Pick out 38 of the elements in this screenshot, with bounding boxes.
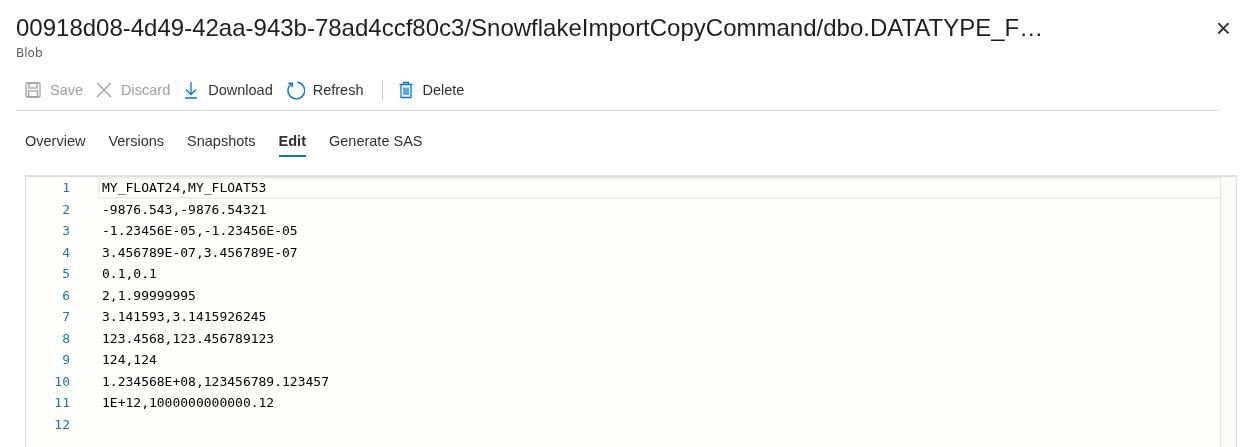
line-number: 4 [61, 244, 70, 260]
code-line: MY_FLOAT24,MY_FLOAT53 [102, 180, 267, 196]
tab[interactable]: Generate SAS [322, 123, 437, 167]
line-number: 5 [61, 266, 70, 282]
code-line: 3.456789E-07,3.456789E-07 [102, 244, 298, 260]
code-line: -1.23456E-05,-1.23456E-05 [102, 223, 298, 239]
line-number: 8 [61, 330, 70, 346]
tab[interactable]: Snapshots [180, 123, 270, 167]
line-number: 11 [53, 395, 70, 411]
line-number: 10 [53, 373, 70, 389]
blade-title: 00918d08-4d49-42aa-943b-78ad4ccf80c3/SnowflakeImportCopyCommand/dbo.DATATYPE_F… [16, 13, 1044, 43]
code-line: 1.234568E+08,123456789.123457 [102, 373, 329, 389]
line-number: 3 [61, 223, 70, 239]
close-button[interactable]: × [1209, 14, 1237, 42]
tab[interactable]: Versions [101, 123, 179, 167]
line-number: 6 [61, 287, 70, 303]
code-editor[interactable] [25, 175, 1237, 447]
code-line: 1E+12,1000000000000.12 [102, 395, 275, 411]
code-line: 2,1.99999995 [102, 287, 196, 303]
line-number: 12 [53, 416, 70, 432]
line-number: 1 [61, 180, 70, 196]
tab[interactable]: Edit [271, 123, 320, 167]
code-line: 123.4568,123.456789123 [102, 330, 275, 346]
save-icon [24, 81, 42, 99]
code-line: 3.141593,3.1415926245 [102, 309, 267, 325]
line-number: 9 [61, 352, 70, 368]
close-icon [95, 81, 114, 99]
download-button[interactable]: Download [180, 77, 281, 103]
line-number: 2 [61, 201, 70, 217]
code-line: 124,124 [102, 352, 157, 368]
refresh-icon [284, 80, 305, 100]
blade-subtitle: Blob [16, 46, 44, 60]
tab[interactable]: Overview [18, 123, 100, 167]
delete-button[interactable]: Delete [394, 77, 473, 103]
code-line: -9876.543,-9876.54321 [102, 201, 267, 217]
refresh-button[interactable]: Refresh [282, 76, 372, 104]
line-number: 7 [61, 309, 70, 325]
code-line: 0.1,0.1 [102, 266, 157, 282]
